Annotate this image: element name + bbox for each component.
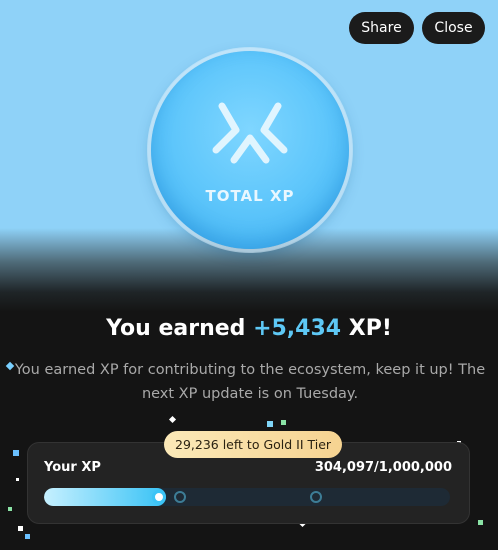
headline-suffix: XP! bbox=[341, 316, 392, 341]
confetti bbox=[8, 507, 12, 511]
xp-value: 304,097/1,000,000 bbox=[314, 460, 452, 475]
description: You earned XP for contributing to the ec… bbox=[14, 362, 486, 402]
progress-knob bbox=[152, 490, 166, 504]
confetti bbox=[5, 361, 15, 371]
xp-logo-icon bbox=[212, 102, 288, 164]
confetti bbox=[16, 478, 19, 481]
confetti bbox=[18, 526, 23, 531]
tier-marker bbox=[174, 491, 186, 503]
tier-marker bbox=[310, 491, 322, 503]
confetti bbox=[281, 420, 286, 425]
coin-label: TOTAL XP bbox=[205, 187, 295, 205]
confetti bbox=[13, 450, 19, 456]
headline-prefix: You earned bbox=[106, 316, 254, 341]
xp-progress-track bbox=[44, 488, 450, 506]
confetti bbox=[267, 421, 273, 427]
tier-tooltip: 29,236 left to Gold II Tier bbox=[164, 431, 343, 458]
confetti bbox=[478, 520, 483, 525]
xp-progress-fill bbox=[44, 488, 166, 506]
earned-amount: +5,434 bbox=[253, 316, 342, 341]
confetti bbox=[168, 415, 177, 424]
headline: You earned +5,434 XP! bbox=[0, 316, 498, 341]
confetti bbox=[25, 534, 30, 539]
close-button[interactable]: Close bbox=[422, 12, 485, 44]
share-button[interactable]: Share bbox=[349, 12, 414, 44]
your-xp-label: Your XP bbox=[44, 460, 101, 475]
